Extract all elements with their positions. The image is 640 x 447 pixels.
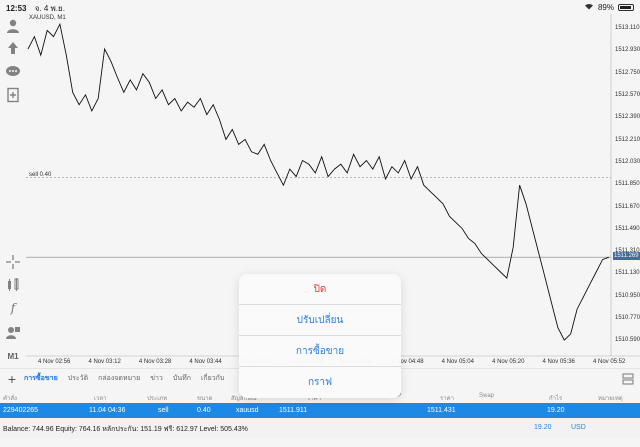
time-tick-label: 4 Nov 03:12 xyxy=(88,359,121,365)
price-tick-label: 1512.570 xyxy=(615,92,640,99)
price-tick-label: 1512.930 xyxy=(615,47,640,54)
price-tick-label: 1511.670 xyxy=(615,203,640,210)
chart-button[interactable]: กราฟ xyxy=(239,367,401,398)
price-tick-label: 1511.130 xyxy=(615,270,640,277)
col-type: ประเภท xyxy=(147,396,168,402)
add-document-icon[interactable] xyxy=(5,87,21,103)
order-id: 229402265 xyxy=(3,407,39,414)
tab-trade[interactable]: การซื้อขาย xyxy=(24,373,58,384)
current-price-tag: 1511.269 xyxy=(613,252,640,260)
tab-mailbox[interactable]: กล่องจดหมาย xyxy=(98,373,140,384)
wifi-icon xyxy=(584,2,594,12)
add-button[interactable]: + xyxy=(0,371,24,387)
price-tick-label: 1511.490 xyxy=(615,225,640,232)
col-size: ขนาด xyxy=(197,396,213,402)
tab-journal[interactable]: บันทึก xyxy=(173,373,191,384)
objects-icon[interactable] xyxy=(5,324,21,340)
time-tick-label: 4 Nov 05:52 xyxy=(593,359,626,365)
col-profit: กำไร xyxy=(549,396,563,402)
time-tick-label: 4 Nov 03:28 xyxy=(138,359,172,365)
total-profit: 19.20 xyxy=(534,424,552,431)
order-current-price: 1511.431 xyxy=(427,407,456,414)
price-tick-label: 1512.210 xyxy=(615,136,640,143)
order-row[interactable]: 229402265 11.04 04:36 sell 0.40 xauusd 1… xyxy=(0,403,640,418)
order-time: 11.04 04:36 xyxy=(89,407,126,414)
balance-summary: Balance: 744.96 Equity: 764.16 หลักประกั… xyxy=(3,426,248,433)
col-current-price: ราคา xyxy=(440,396,454,402)
balance-bar: Balance: 744.96 Equity: 764.16 หลักประกั… xyxy=(0,418,640,438)
timeframe-button[interactable]: M1 xyxy=(5,348,21,364)
order-action-sheet: ปิด ปรับเปลี่ยน การซื้อขาย กราฟ xyxy=(239,274,401,398)
function-icon[interactable]: f xyxy=(5,300,21,316)
status-time: 12:53 xyxy=(6,4,27,13)
col-order: คำสั่ง xyxy=(3,396,17,402)
price-tick-label: 1510.950 xyxy=(615,292,640,299)
price-tick-label: 1511.850 xyxy=(615,181,640,188)
price-tick-label: 1510.770 xyxy=(615,315,640,322)
time-tick-label: 4 Nov 05:04 xyxy=(441,359,474,365)
trade-up-icon[interactable] xyxy=(5,40,21,56)
col-time: เวลา xyxy=(94,396,107,402)
close-order-button[interactable]: ปิด xyxy=(239,274,401,305)
col-swap: Swap xyxy=(479,393,495,399)
order-open-price: 1511.911 xyxy=(279,407,308,414)
account-currency: USD xyxy=(571,424,586,431)
chart-symbol-title: XAUUSD, M1 xyxy=(29,15,66,21)
modify-order-button[interactable]: ปรับเปลี่ยน xyxy=(239,305,401,336)
price-tick-label: 1513.110 xyxy=(615,25,640,32)
tab-about[interactable]: เกี่ยวกับ xyxy=(201,373,224,384)
account-icon[interactable] xyxy=(5,18,21,34)
trade-button[interactable]: การซื้อขาย xyxy=(239,336,401,367)
status-date: จ. 4 พ.ย. xyxy=(34,4,65,13)
indicators-icon[interactable] xyxy=(5,277,21,293)
order-symbol: xauusd xyxy=(236,407,259,414)
order-size: 0.40 xyxy=(197,407,211,414)
price-tick-label: 1510.590 xyxy=(615,337,640,344)
time-tick-label: 4 Nov 02:56 xyxy=(38,359,71,365)
col-comment: หมายเหตุ xyxy=(598,396,623,402)
time-tick-label: 4 Nov 05:20 xyxy=(492,359,525,365)
tab-news[interactable]: ข่าว xyxy=(150,373,163,384)
time-tick-label: 4 Nov 05:36 xyxy=(542,359,575,365)
order-type: sell xyxy=(158,407,169,414)
crosshair-icon[interactable] xyxy=(5,254,21,270)
battery-percent: 89% xyxy=(597,2,614,12)
sell-line-label: sell 0.40 xyxy=(29,172,52,178)
chart-toolbar: f M1 xyxy=(0,14,26,366)
time-tick-label: 4 Nov 03:44 xyxy=(189,359,222,365)
price-tick-label: 1512.030 xyxy=(615,158,640,165)
price-tick-label: 1512.390 xyxy=(615,114,640,121)
battery-icon xyxy=(618,3,634,11)
layout-icon[interactable] xyxy=(622,373,634,385)
tab-history[interactable]: ประวัติ xyxy=(68,373,88,384)
price-tick-label: 1512.750 xyxy=(615,69,640,76)
status-bar: 12:53 จ. 4 พ.ย. 89% xyxy=(0,0,640,14)
chat-icon[interactable] xyxy=(5,64,21,80)
order-profit: 19.20 xyxy=(547,407,565,414)
